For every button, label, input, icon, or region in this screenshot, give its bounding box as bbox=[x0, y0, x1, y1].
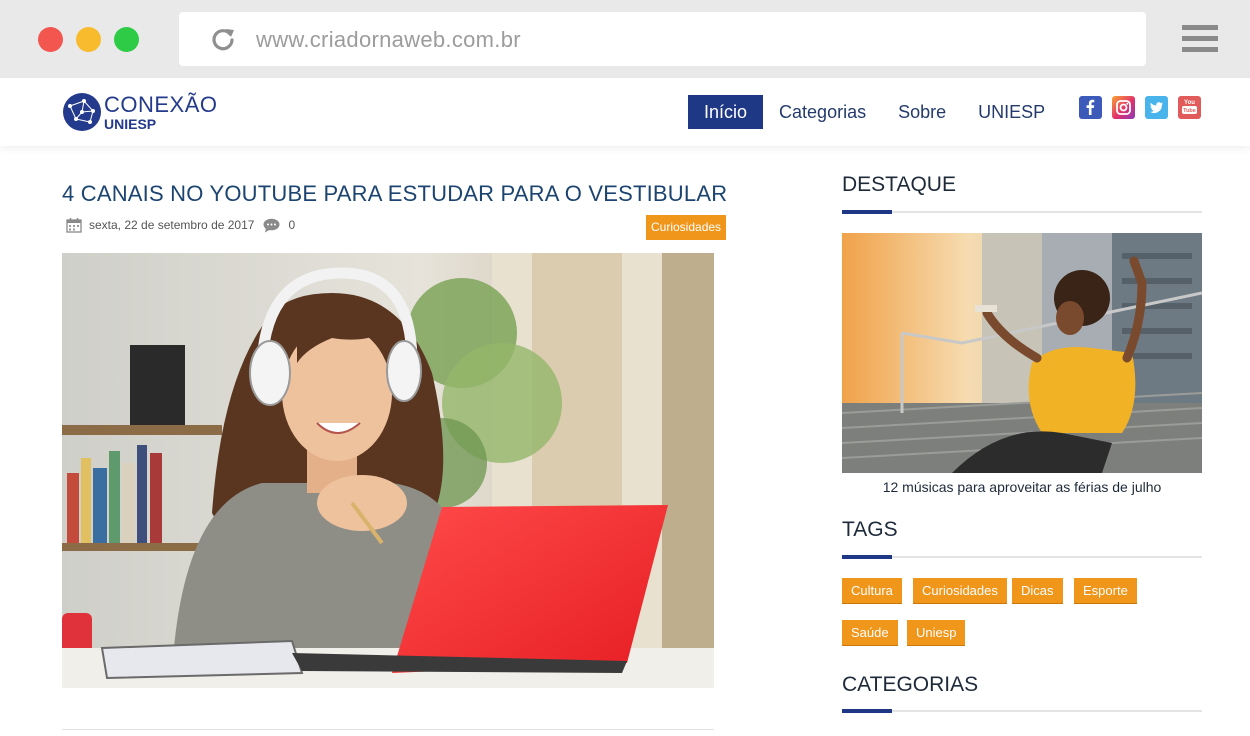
site-logo[interactable]: CONEXÃO UNIESP bbox=[62, 91, 218, 133]
logo-subtitle: UNIESP bbox=[104, 115, 157, 132]
post-meta: sexta, 22 de setembro de 2017 0 bbox=[66, 217, 295, 233]
minimize-window-button[interactable] bbox=[76, 27, 101, 52]
featured-title-rule bbox=[842, 210, 1202, 214]
instagram-icon[interactable] bbox=[1112, 96, 1135, 119]
social-links: You Tube bbox=[1079, 96, 1211, 119]
calendar-icon bbox=[66, 218, 82, 233]
featured-image[interactable] bbox=[842, 233, 1202, 473]
menu-icon[interactable] bbox=[1182, 25, 1218, 53]
tag-cultura[interactable]: Cultura bbox=[842, 578, 902, 604]
nav-item-uniesp[interactable]: UNIESP bbox=[962, 95, 1061, 129]
nav-item-sobre[interactable]: Sobre bbox=[882, 95, 962, 129]
logo-title: CONEXÃO bbox=[104, 91, 218, 117]
categories-title: CATEGORIAS bbox=[842, 673, 979, 696]
twitter-icon[interactable] bbox=[1145, 96, 1168, 119]
post-hero-image[interactable] bbox=[62, 253, 714, 688]
comment-icon[interactable] bbox=[263, 218, 280, 233]
url-text[interactable]: www.criadornaweb.com.br bbox=[256, 27, 521, 53]
youtube-icon[interactable]: You Tube bbox=[1178, 96, 1201, 119]
close-window-button[interactable] bbox=[38, 27, 63, 52]
nav-item-inicio[interactable]: Início bbox=[688, 95, 764, 129]
tag-curiosidades[interactable]: Curiosidades bbox=[913, 578, 1007, 604]
post-title[interactable]: 4 CANAIS NO YOUTUBE PARA ESTUDAR PARA O … bbox=[62, 181, 727, 207]
tag-esporte[interactable]: Esporte bbox=[1074, 578, 1137, 604]
main-nav: Início Categorias Sobre UNIESP bbox=[688, 95, 1061, 129]
featured-title: DESTAQUE bbox=[842, 173, 956, 196]
category-badge[interactable]: Curiosidades bbox=[646, 215, 727, 240]
facebook-icon[interactable] bbox=[1079, 96, 1102, 119]
featured-caption[interactable]: 12 músicas para aproveitar as férias de … bbox=[842, 479, 1202, 495]
nav-item-categorias[interactable]: Categorias bbox=[763, 95, 882, 129]
tag-dicas[interactable]: Dicas bbox=[1012, 578, 1063, 604]
maximize-window-button[interactable] bbox=[114, 27, 139, 52]
svg-text:You: You bbox=[1184, 100, 1195, 106]
site-header: CONEXÃO UNIESP Início Categorias Sobre U… bbox=[0, 78, 1250, 146]
comment-count[interactable]: 0 bbox=[288, 218, 295, 232]
tag-saude[interactable]: Saúde bbox=[842, 620, 898, 646]
post-date: sexta, 22 de setembro de 2017 bbox=[89, 218, 255, 232]
svg-text:Tube: Tube bbox=[1183, 108, 1196, 114]
address-bar[interactable]: www.criadornaweb.com.br bbox=[179, 12, 1146, 66]
divider bbox=[62, 729, 714, 730]
tags-title-rule bbox=[842, 555, 1202, 559]
reload-icon[interactable] bbox=[209, 25, 237, 53]
categories-title-rule bbox=[842, 709, 1202, 713]
tag-uniesp[interactable]: Uniesp bbox=[907, 620, 966, 646]
browser-chrome: www.criadornaweb.com.br bbox=[0, 0, 1250, 78]
globe-icon bbox=[63, 93, 101, 131]
tags-title: TAGS bbox=[842, 518, 898, 541]
